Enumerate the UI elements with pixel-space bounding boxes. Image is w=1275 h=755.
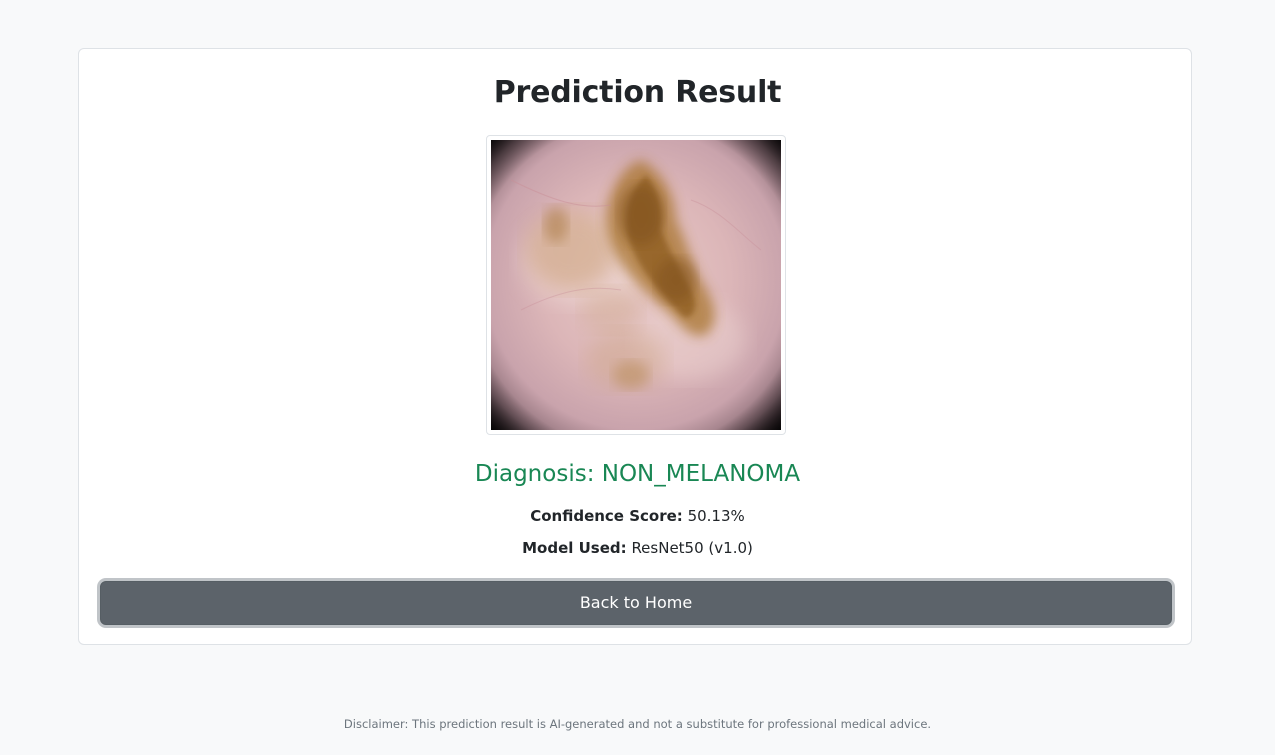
disclaimer-text: Disclaimer: This prediction result is AI… bbox=[343, 717, 932, 731]
lesion-image bbox=[491, 140, 781, 430]
model-line: Model Used: ResNet50 (v1.0) bbox=[0, 538, 1275, 558]
page-title: Prediction Result bbox=[493, 75, 782, 110]
confidence-value: 50.13% bbox=[687, 507, 745, 525]
confidence-line: Confidence Score: 50.13% bbox=[0, 506, 1275, 526]
back-to-home-button[interactable]: Back to Home bbox=[100, 581, 1172, 625]
model-value: ResNet50 (v1.0) bbox=[631, 539, 753, 557]
lesion-image-frame bbox=[486, 135, 786, 435]
confidence-label: Confidence Score: bbox=[530, 507, 683, 525]
model-label: Model Used: bbox=[522, 539, 627, 557]
diagnosis-text: Diagnosis: NON_MELANOMA bbox=[474, 461, 801, 487]
